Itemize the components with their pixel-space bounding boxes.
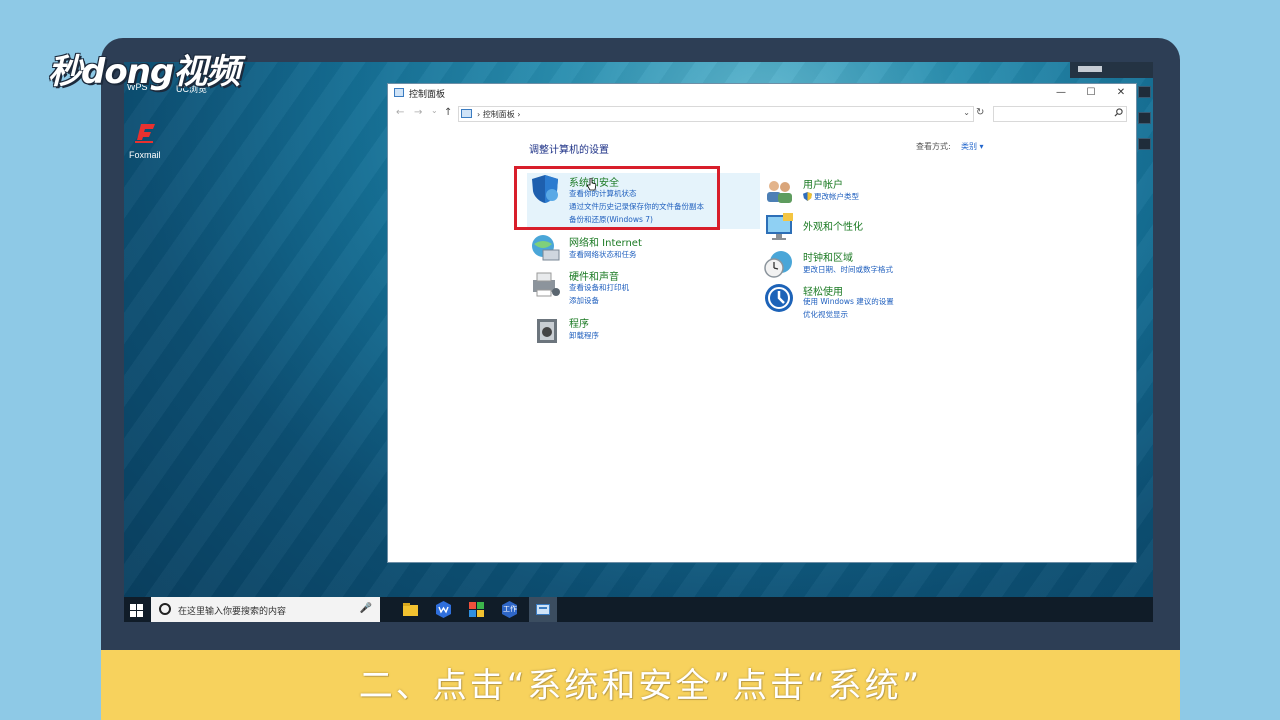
colorful-app-icon[interactable] (467, 600, 486, 619)
printer-icon[interactable] (529, 268, 561, 300)
taskbar: 在这里输入你要搜索的内容 🎤 工作 (124, 597, 1153, 622)
maximize-button[interactable]: ☐ (1076, 85, 1106, 101)
category-appearance[interactable]: 外观和个性化 (803, 218, 863, 233)
title-bar[interactable]: 控制面板 — ☐ ✕ (388, 84, 1136, 102)
chevron-down-icon[interactable]: ⌄ (963, 108, 970, 117)
annotation-highlight-box (514, 166, 720, 230)
windows-start-icon[interactable] (124, 597, 148, 622)
refresh-icon[interactable]: ↻ (976, 107, 984, 118)
ease-of-access-icon[interactable] (763, 282, 795, 314)
appearance-monitor-icon[interactable] (763, 211, 795, 243)
breadcrumb[interactable]: › 控制面板 › (477, 109, 520, 120)
link-change-account-type[interactable]: 更改帐户类型 (814, 191, 859, 202)
network-globe-icon[interactable] (529, 232, 561, 264)
back-icon[interactable]: ← (396, 107, 404, 118)
category-clock-region[interactable]: 时钟和区域 (803, 249, 853, 264)
programs-icon[interactable] (533, 314, 565, 346)
control-panel-icon (536, 604, 550, 615)
work-app-icon[interactable]: 工作 (500, 600, 519, 619)
close-button[interactable]: ✕ (1106, 85, 1136, 101)
link-network-status[interactable]: 查看网络状态和任务 (569, 249, 637, 260)
control-panel-icon (394, 88, 404, 97)
taskbar-search-placeholder: 在这里输入你要搜索的内容 (178, 607, 287, 617)
taskbar-search-box[interactable]: 在这里输入你要搜索的内容 🎤 (151, 597, 380, 622)
link-optimize-visual[interactable]: 优化视觉显示 (803, 309, 848, 320)
microphone-icon[interactable]: 🎤 (360, 603, 372, 614)
search-input[interactable] (993, 106, 1127, 122)
category-hardware-sound[interactable]: 硬件和声音 (569, 268, 619, 283)
minimize-button[interactable]: — (1046, 85, 1076, 101)
foxmail-label: Foxmail (129, 150, 161, 160)
control-panel-icon (461, 109, 472, 118)
page-title: 调整计算机的设置 (529, 145, 609, 156)
recent-dropdown-icon[interactable]: ⌄ (431, 106, 438, 115)
clock-globe-icon[interactable] (763, 248, 795, 280)
link-recommended-settings[interactable]: 使用 Windows 建议的设置 (803, 296, 894, 307)
category-network-internet[interactable]: 网络和 Internet (569, 234, 642, 249)
forward-icon[interactable]: → (414, 107, 422, 118)
category-programs[interactable]: 程序 (569, 315, 589, 330)
category-user-accounts[interactable]: 用户帐户 (803, 176, 843, 191)
control-panel-window: 控制面板 — ☐ ✕ ← → ⌄ ↑ › 控制面板 › ⌄ ↻ 调整计算机的设置… (388, 84, 1136, 562)
up-icon[interactable]: ↑ (444, 107, 452, 118)
side-desktop-icons[interactable] (1138, 86, 1153, 164)
link-uninstall-program[interactable]: 卸载程序 (569, 330, 599, 341)
window-title: 控制面板 (409, 90, 446, 100)
cortana-icon[interactable] (159, 603, 171, 615)
file-explorer-icon[interactable] (401, 600, 420, 619)
link-devices-printers[interactable]: 查看设备和打印机 (569, 282, 629, 293)
wps-icon[interactable] (434, 600, 453, 619)
window-thumbnail[interactable] (1070, 62, 1153, 78)
search-icon (1114, 108, 1123, 117)
link-add-device[interactable]: 添加设备 (569, 295, 599, 306)
address-bar: ← → ⌄ ↑ › 控制面板 › ⌄ ↻ (388, 104, 1136, 124)
uac-shield-icon (803, 192, 812, 201)
link-change-date-format[interactable]: 更改日期、时间或数字格式 (803, 264, 893, 275)
address-field[interactable]: › 控制面板 › ⌄ (458, 106, 974, 122)
instruction-caption: 二、点击“系统和安全”点击“系统” (358, 666, 923, 706)
control-panel-taskbar-button[interactable] (529, 597, 557, 622)
user-accounts-icon[interactable] (763, 175, 795, 207)
foxmail-icon[interactable] (131, 118, 159, 146)
watermark-logo: 秒dong视频 (48, 52, 240, 92)
work-app-label: 工作 (503, 605, 517, 613)
view-by-label: 查看方式: (916, 142, 951, 151)
view-by-dropdown[interactable]: 类别 ▾ (961, 141, 984, 152)
